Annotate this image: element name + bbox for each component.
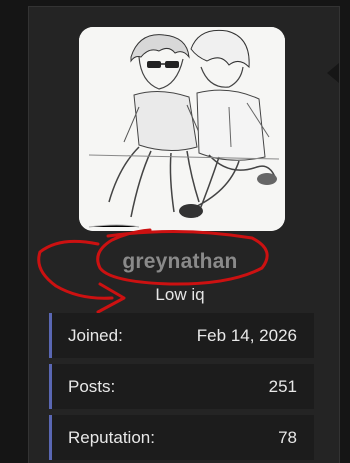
stat-label: Joined: — [68, 325, 123, 345]
card-pointer-arrow — [327, 63, 339, 83]
user-title: Low iq — [155, 285, 205, 304]
stat-label: Reputation: — [68, 427, 155, 447]
stat-value[interactable]: 251 — [269, 377, 297, 397]
stat-label: Posts: — [68, 376, 116, 396]
stat-row-reputation[interactable]: Reputation: 78 — [49, 415, 314, 460]
username[interactable]: greynathan — [100, 250, 260, 274]
stat-value[interactable]: 78 — [278, 428, 297, 448]
manga-sketch-avatar-icon — [79, 27, 285, 231]
avatar[interactable] — [79, 27, 285, 231]
stat-row-joined: Joined: Feb 14, 2026 — [49, 313, 314, 358]
stat-row-posts[interactable]: Posts: 251 — [49, 364, 314, 409]
stat-value: Feb 14, 2026 — [196, 325, 297, 345]
profile-page: greynathan Low iq Joined: Feb 14, 2026 P… — [0, 0, 350, 463]
